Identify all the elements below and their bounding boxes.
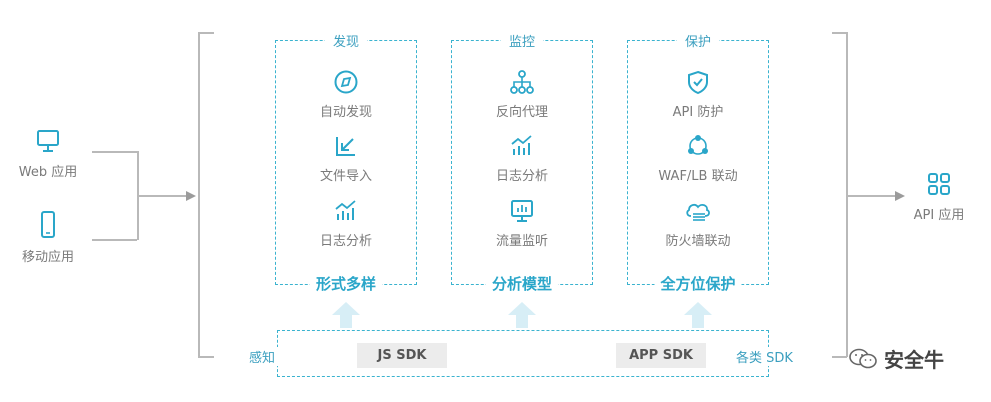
api-protection-item: API 防护	[628, 69, 768, 120]
monitor-column: 监控 反向代理 日志分析 流量监听 分析模型	[451, 31, 593, 294]
protect-footer: 全方位保护	[654, 273, 742, 294]
sync-nodes-icon	[688, 135, 708, 155]
web-app-client: Web 应用	[3, 127, 93, 180]
watermark: 安全牛	[848, 344, 944, 373]
import-arrow-icon	[336, 137, 355, 156]
left-bracket-top	[198, 32, 214, 34]
output-arrow-line	[847, 195, 897, 197]
left-bracket-bottom	[198, 356, 214, 358]
web-connector	[92, 151, 137, 153]
up-arrow-icon	[508, 302, 536, 328]
up-arrow-icon	[684, 302, 712, 328]
discover-footer: 形式多样	[309, 273, 383, 294]
firewall-item: 防火墙联动	[628, 198, 768, 249]
compass-icon	[334, 70, 358, 94]
protect-title: 保护	[676, 31, 720, 50]
sdk-perception-label: 感知	[246, 347, 279, 366]
monitor-footer: 分析模型	[485, 273, 559, 294]
phone-icon	[41, 211, 55, 238]
app-grid-icon	[928, 173, 950, 195]
monitor-icon	[37, 130, 59, 152]
left-bracket-vertical	[198, 32, 200, 357]
discover-column: 发现 自动发现 文件导入 日志分析 形式多样	[275, 31, 417, 294]
api-application: API 应用	[894, 170, 984, 223]
discover-title: 发现	[324, 31, 368, 50]
bar-trend-icon	[511, 135, 532, 155]
up-arrow-icon	[332, 302, 360, 328]
log-analysis-item-2: 日志分析	[452, 133, 592, 184]
right-arrow-icon	[186, 191, 196, 201]
mobile-app-label: 移动应用	[21, 250, 74, 265]
wechat-icon	[849, 348, 877, 368]
right-bracket-top	[832, 32, 847, 34]
mobile-connector	[92, 239, 137, 241]
client-arrow-line	[137, 195, 187, 197]
watermark-text: 安全牛	[884, 348, 944, 372]
log-analysis-item: 日志分析	[276, 198, 416, 249]
file-import-item: 文件导入	[276, 133, 416, 184]
js-sdk-badge: JS SDK	[357, 343, 447, 368]
network-tree-icon	[510, 70, 534, 94]
traffic-monitor-item: 流量监听	[452, 198, 592, 249]
mobile-app-client: 移动应用	[3, 210, 93, 265]
app-sdk-badge: APP SDK	[616, 343, 706, 368]
waf-lb-item: WAF/LB 联动	[628, 133, 768, 184]
right-bracket-bottom	[832, 356, 847, 358]
auto-discover-item: 自动发现	[276, 69, 416, 120]
shield-check-icon	[688, 70, 708, 95]
protect-column: 保护 API 防护 WAF/LB 联动 防火墙联动 全方位保护	[627, 31, 769, 294]
monitor-chart-icon	[511, 200, 533, 222]
api-application-label: API 应用	[913, 208, 965, 223]
cloud-firewall-icon	[686, 203, 710, 221]
bar-trend-icon	[335, 200, 356, 220]
web-app-label: Web 应用	[18, 165, 78, 180]
sdk-various-label: 各类 SDK	[733, 347, 796, 366]
monitor-title: 监控	[500, 31, 544, 50]
reverse-proxy-item: 反向代理	[452, 69, 592, 120]
